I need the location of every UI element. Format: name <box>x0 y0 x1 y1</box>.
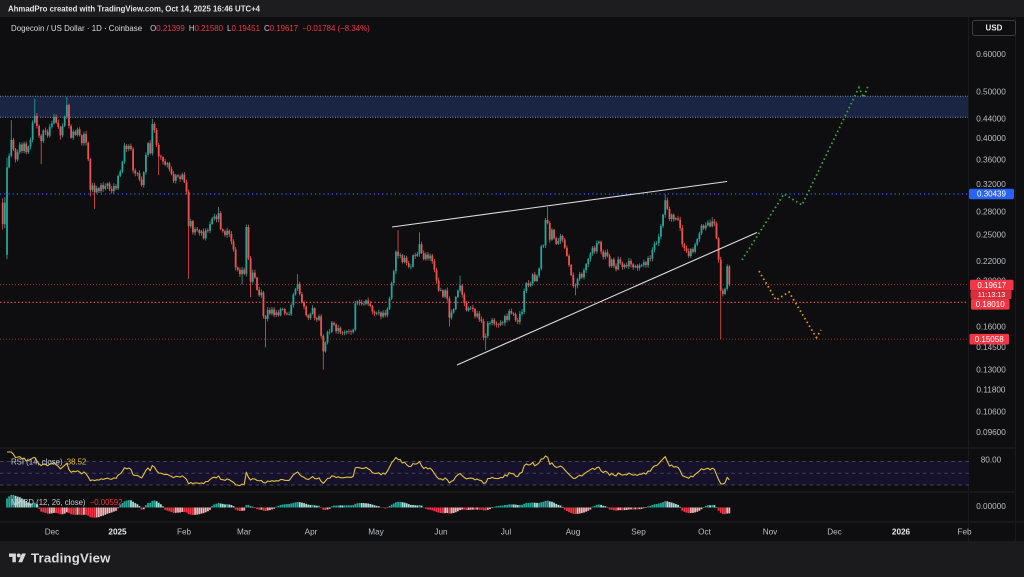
svg-text:0.16000: 0.16000 <box>976 323 1006 332</box>
svg-text:Dec: Dec <box>827 528 842 537</box>
svg-text:0.00000: 0.00000 <box>976 502 1006 511</box>
svg-text:0.40000: 0.40000 <box>976 134 1006 143</box>
svg-text:Jul: Jul <box>501 528 512 537</box>
svg-text:Oct: Oct <box>698 528 711 537</box>
svg-text:0.09600: 0.09600 <box>976 428 1006 437</box>
svg-text:Sep: Sep <box>631 528 646 537</box>
svg-text:0.13000: 0.13000 <box>976 365 1006 374</box>
svg-text:0.50000: 0.50000 <box>976 88 1006 97</box>
svg-text:Jun: Jun <box>434 528 448 537</box>
svg-text:0.22000: 0.22000 <box>976 257 1006 266</box>
svg-text:Aug: Aug <box>566 528 581 537</box>
svg-text:Feb: Feb <box>177 528 192 537</box>
svg-text:0.30439: 0.30439 <box>977 190 1006 199</box>
svg-text:Dogecoin / US Dollar · 1D · Co: Dogecoin / US Dollar · 1D · CoinbaseO0.2… <box>11 24 370 33</box>
svg-text:0.36000: 0.36000 <box>976 156 1006 165</box>
svg-text:0.11800: 0.11800 <box>977 385 1006 394</box>
svg-text:0.19617: 0.19617 <box>977 281 1006 290</box>
svg-text:Mar: Mar <box>237 528 251 537</box>
svg-text:0.10600: 0.10600 <box>976 407 1006 416</box>
svg-text:0.15058: 0.15058 <box>975 335 1004 344</box>
svg-text:AhmadPro created with TradingV: AhmadPro created with TradingView.com, O… <box>8 5 261 14</box>
svg-text:0.32000: 0.32000 <box>976 180 1006 189</box>
svg-text:80.00: 80.00 <box>981 455 1002 464</box>
svg-text:TradingView: TradingView <box>31 551 111 566</box>
svg-text:2026: 2026 <box>892 528 911 537</box>
svg-text:0.60000: 0.60000 <box>976 50 1006 59</box>
svg-text:0.18010: 0.18010 <box>976 300 1005 309</box>
svg-text:Feb: Feb <box>957 528 972 537</box>
svg-text:11:13:13: 11:13:13 <box>978 290 1005 299</box>
svg-text:Apr: Apr <box>305 528 318 537</box>
svg-text:0.28000: 0.28000 <box>976 207 1006 216</box>
svg-text:USD: USD <box>986 24 1003 33</box>
svg-text:Nov: Nov <box>763 528 778 537</box>
svg-text:May: May <box>368 528 384 537</box>
svg-text:2025: 2025 <box>108 528 127 537</box>
svg-text:0.25000: 0.25000 <box>976 231 1006 240</box>
svg-text:0.44000: 0.44000 <box>976 114 1006 123</box>
svg-text:MACD (12, 26, close) −0.00592: MACD (12, 26, close) −0.00592 <box>11 498 122 507</box>
svg-text:Dec: Dec <box>45 528 60 537</box>
svg-text:RSI (14, close) 38.52: RSI (14, close) 38.52 <box>11 457 86 466</box>
